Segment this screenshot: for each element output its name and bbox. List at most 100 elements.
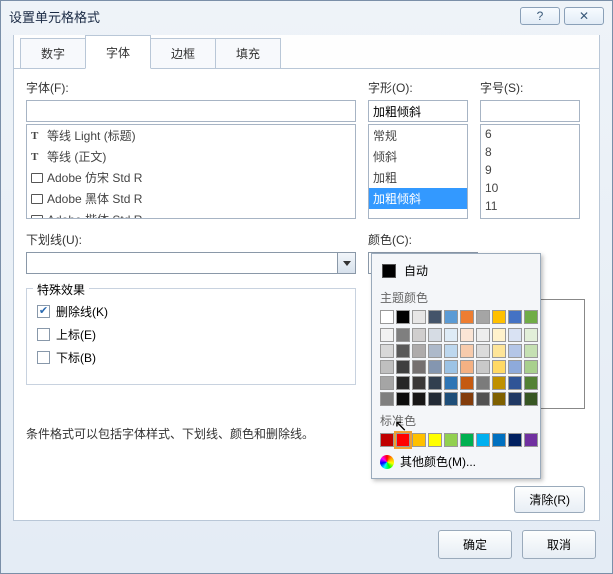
- color-swatch[interactable]: [412, 433, 426, 447]
- color-swatch[interactable]: [380, 376, 394, 390]
- color-swatch[interactable]: [444, 376, 458, 390]
- clear-button[interactable]: 清除(R): [514, 486, 585, 513]
- color-swatch[interactable]: [444, 310, 458, 324]
- color-swatch[interactable]: [524, 360, 538, 374]
- color-swatch[interactable]: [508, 376, 522, 390]
- color-swatch[interactable]: [460, 310, 474, 324]
- color-auto-option[interactable]: 自动: [378, 258, 534, 283]
- color-swatch[interactable]: [476, 392, 490, 406]
- color-swatch[interactable]: [396, 310, 410, 324]
- color-swatch[interactable]: [412, 344, 426, 358]
- color-swatch[interactable]: [476, 328, 490, 342]
- color-swatch[interactable]: [508, 392, 522, 406]
- superscript-checkbox[interactable]: 上标(E): [37, 326, 345, 343]
- style-input[interactable]: [368, 100, 468, 122]
- tab-border[interactable]: 边框: [150, 38, 216, 68]
- color-swatch[interactable]: [492, 310, 506, 324]
- color-swatch[interactable]: [460, 433, 474, 447]
- color-swatch[interactable]: [524, 392, 538, 406]
- color-swatch[interactable]: [508, 310, 522, 324]
- color-swatch[interactable]: [444, 392, 458, 406]
- color-swatch[interactable]: [476, 376, 490, 390]
- subscript-checkbox[interactable]: 下标(B): [37, 349, 345, 366]
- color-swatch[interactable]: [444, 328, 458, 342]
- color-swatch[interactable]: [492, 328, 506, 342]
- color-swatch[interactable]: [428, 392, 442, 406]
- color-swatch[interactable]: [476, 310, 490, 324]
- color-swatch[interactable]: [508, 344, 522, 358]
- color-swatch[interactable]: [460, 328, 474, 342]
- color-swatch[interactable]: [444, 360, 458, 374]
- color-swatch[interactable]: [428, 310, 442, 324]
- font-list[interactable]: T等线 Light (标题) T等线 (正文) Adobe 仿宋 Std R A…: [26, 124, 356, 219]
- color-swatch[interactable]: [524, 328, 538, 342]
- close-button[interactable]: ✕: [564, 7, 604, 25]
- color-swatch[interactable]: [492, 344, 506, 358]
- color-swatch[interactable]: [396, 376, 410, 390]
- color-swatch[interactable]: [380, 433, 394, 447]
- color-swatch[interactable]: [492, 392, 506, 406]
- color-swatch[interactable]: [396, 392, 410, 406]
- printer-icon: [31, 194, 43, 204]
- color-swatch[interactable]: [412, 310, 426, 324]
- color-swatch[interactable]: [412, 328, 426, 342]
- color-swatch[interactable]: [476, 433, 490, 447]
- color-swatch[interactable]: [524, 433, 538, 447]
- color-swatch[interactable]: [476, 360, 490, 374]
- color-swatch[interactable]: [460, 360, 474, 374]
- size-input[interactable]: [480, 100, 580, 122]
- tab-font[interactable]: 字体: [85, 35, 151, 69]
- color-swatch[interactable]: [428, 433, 442, 447]
- style-list[interactable]: 常规 倾斜 加粗 加粗倾斜: [368, 124, 468, 219]
- underline-combo[interactable]: [26, 252, 356, 274]
- underline-label: 下划线(U):: [26, 231, 356, 248]
- size-list[interactable]: 6 8 9 10 11 12: [480, 124, 580, 219]
- strike-checkbox[interactable]: 删除线(K): [37, 303, 345, 320]
- color-swatch[interactable]: [444, 433, 458, 447]
- color-swatch[interactable]: [460, 344, 474, 358]
- color-swatch[interactable]: [524, 376, 538, 390]
- color-swatch[interactable]: [492, 433, 506, 447]
- color-swatch[interactable]: [508, 433, 522, 447]
- font-icon: T: [31, 152, 43, 162]
- dialog-footer: 确定 取消: [438, 530, 596, 559]
- color-swatch[interactable]: [460, 392, 474, 406]
- standard-colors-label: 标准色: [380, 412, 534, 429]
- color-swatch[interactable]: [460, 376, 474, 390]
- color-swatch[interactable]: [428, 360, 442, 374]
- effects-legend: 特殊效果: [33, 281, 89, 298]
- color-swatch[interactable]: [428, 344, 442, 358]
- color-swatch[interactable]: [380, 344, 394, 358]
- color-swatch[interactable]: [380, 328, 394, 342]
- color-swatch[interactable]: [412, 360, 426, 374]
- color-swatch[interactable]: [492, 376, 506, 390]
- font-input[interactable]: [26, 100, 356, 122]
- more-colors-option[interactable]: 其他颜色(M)...: [378, 447, 534, 470]
- color-swatch[interactable]: [524, 344, 538, 358]
- chevron-down-icon[interactable]: [337, 253, 355, 273]
- color-swatch[interactable]: [396, 328, 410, 342]
- color-swatch[interactable]: [476, 344, 490, 358]
- tab-number[interactable]: 数字: [20, 38, 86, 68]
- color-swatch[interactable]: [428, 328, 442, 342]
- cancel-button[interactable]: 取消: [522, 530, 596, 559]
- color-swatch[interactable]: [444, 344, 458, 358]
- color-swatch[interactable]: [412, 376, 426, 390]
- color-swatch[interactable]: [380, 392, 394, 406]
- color-swatch[interactable]: [396, 360, 410, 374]
- printer-icon: [31, 215, 43, 220]
- color-swatch[interactable]: [412, 392, 426, 406]
- color-swatch[interactable]: [380, 310, 394, 324]
- color-swatch[interactable]: [508, 360, 522, 374]
- color-swatch[interactable]: [492, 360, 506, 374]
- color-swatch[interactable]: [396, 433, 410, 447]
- color-swatch[interactable]: [508, 328, 522, 342]
- help-button[interactable]: ?: [520, 7, 560, 25]
- ok-button[interactable]: 确定: [438, 530, 512, 559]
- color-swatch[interactable]: [428, 376, 442, 390]
- color-swatch[interactable]: [396, 344, 410, 358]
- color-swatch[interactable]: [380, 360, 394, 374]
- tab-fill[interactable]: 填充: [215, 38, 281, 68]
- checkbox-icon: [37, 305, 50, 318]
- color-swatch[interactable]: [524, 310, 538, 324]
